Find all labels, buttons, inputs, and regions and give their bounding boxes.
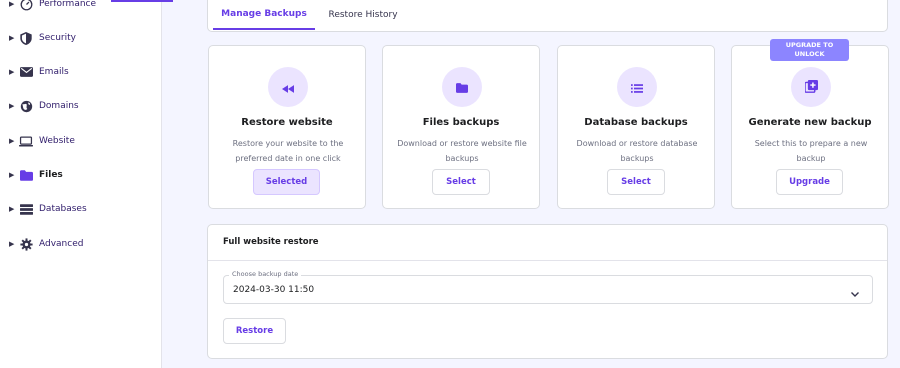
select-files-button[interactable]: Select [432, 169, 490, 195]
option-title: Restore website [241, 117, 333, 128]
list-icon [631, 78, 643, 97]
option-card-generate-backup[interactable]: Generate new backup Select this to prepa… [731, 45, 889, 209]
caret-right-icon: ▶ [9, 34, 15, 42]
backup-date-select[interactable]: Choose backup date 2024-03-30 11:50 [223, 270, 873, 304]
top-accent-bar [111, 0, 173, 2]
option-title: Database backups [584, 117, 688, 128]
caret-right-icon: ▶ [9, 137, 15, 145]
restore-panel: Full website restore Choose backup date … [207, 224, 888, 359]
select-database-button[interactable]: Select [607, 169, 665, 195]
add-copy-icon [803, 78, 818, 97]
divider [208, 260, 887, 261]
sidebar-item-label: Security [39, 33, 76, 43]
option-icon-circle [617, 67, 657, 107]
option-card-database-backups[interactable]: Database backups Download or restore dat… [557, 45, 715, 209]
tab-manage-backups[interactable]: Manage Backups [213, 0, 315, 30]
upgrade-badge: UPGRADE TO UNLOCK [770, 39, 849, 61]
option-title: Files backups [422, 117, 500, 128]
backup-date-value: 2024-03-30 11:50 [233, 285, 315, 295]
folder-icon [456, 78, 468, 97]
chevron-down-icon [850, 284, 860, 303]
sidebar-item-performance[interactable]: ▶ Performance [0, 0, 161, 18]
laptop-icon [19, 134, 33, 148]
sidebar-item-label: Files [39, 170, 63, 180]
sidebar-item-advanced[interactable]: ▶ Advanced [0, 230, 161, 258]
option-icon-circle [442, 67, 482, 107]
caret-right-icon: ▶ [9, 102, 15, 110]
caret-right-icon: ▶ [9, 68, 15, 76]
gear-icon [19, 237, 33, 251]
sidebar: ▶ Performance ▶ Security ▶ Emails ▶ Doma… [0, 0, 162, 368]
sidebar-item-databases[interactable]: ▶ Databases [0, 195, 161, 223]
caret-right-icon: ▶ [9, 171, 15, 179]
option-icon-circle [791, 67, 831, 107]
tab-restore-history[interactable]: Restore History [318, 0, 408, 30]
option-card-restore-website[interactable]: Restore website Restore your website to … [208, 45, 366, 209]
sidebar-item-website[interactable]: ▶ Website [0, 127, 161, 155]
database-icon [19, 202, 33, 216]
shield-icon [19, 31, 33, 45]
sidebar-item-domains[interactable]: ▶ Domains [0, 92, 161, 120]
upgrade-button[interactable]: Upgrade [776, 169, 843, 195]
folder-icon [19, 168, 33, 182]
option-description: Select this to prepare a new backup [754, 139, 868, 163]
globe-icon [19, 99, 33, 113]
sidebar-item-security[interactable]: ▶ Security [0, 24, 161, 52]
rewind-icon [282, 78, 294, 97]
restore-panel-title: Full website restore [223, 237, 319, 247]
sidebar-item-label: Advanced [39, 239, 84, 249]
sidebar-item-label: Emails [39, 67, 69, 77]
tab-bar: Manage Backups Restore History [207, 0, 888, 32]
envelope-icon [19, 65, 33, 79]
sidebar-item-files[interactable]: ▶ Files [0, 161, 161, 189]
sidebar-item-label: Databases [39, 204, 87, 214]
sidebar-item-emails[interactable]: ▶ Emails [0, 58, 161, 86]
sidebar-item-label: Website [39, 136, 75, 146]
option-description: Download or restore website file backups [397, 139, 527, 163]
backup-date-label: Choose backup date [229, 270, 302, 278]
option-description: Restore your website to the preferred da… [232, 139, 344, 163]
sidebar-item-label: Performance [39, 0, 97, 9]
option-description: Download or restore database backups [576, 139, 698, 163]
caret-right-icon: ▶ [9, 0, 15, 8]
sidebar-item-label: Domains [39, 101, 79, 111]
caret-right-icon: ▶ [9, 205, 15, 213]
selected-button[interactable]: Selected [253, 169, 320, 195]
option-title: Generate new backup [748, 117, 872, 128]
option-icon-circle [268, 67, 308, 107]
caret-right-icon: ▶ [9, 240, 15, 248]
restore-button[interactable]: Restore [223, 318, 286, 344]
speedometer-icon [19, 0, 33, 11]
option-card-files-backups[interactable]: Files backups Download or restore websit… [382, 45, 540, 209]
